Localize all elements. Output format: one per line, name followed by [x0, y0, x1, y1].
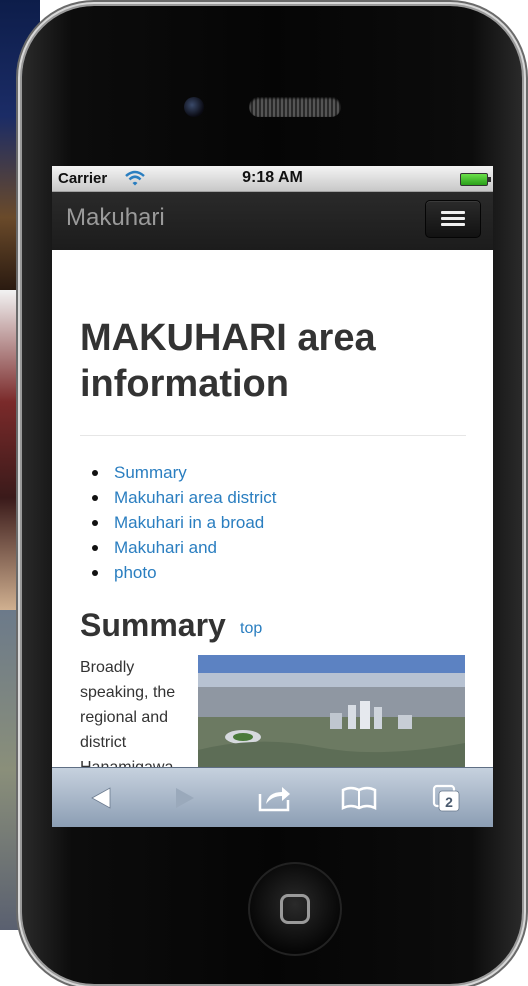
toc-item: photo	[80, 560, 277, 585]
site-brand[interactable]: Makuhari	[66, 204, 165, 232]
page-title: MAKUHARI area information	[80, 317, 376, 405]
page-content: MAKUHARI area information Summary Makuha…	[52, 250, 493, 767]
aerial-city-photo	[198, 655, 465, 767]
section-paragraph: Broadly speaking, the regional and distr…	[80, 659, 176, 767]
share-icon[interactable]	[252, 780, 296, 816]
pages-count: 2	[445, 794, 453, 810]
home-button[interactable]	[248, 862, 342, 956]
toc-link-summary[interactable]: Summary	[114, 463, 187, 482]
toc-item: Makuhari and	[80, 535, 277, 560]
table-of-contents: Summary Makuhari area district Makuhari …	[80, 460, 277, 585]
site-navbar: Makuhari	[52, 192, 493, 250]
back-to-top-link[interactable]: top	[240, 620, 262, 638]
hamburger-menu-icon	[441, 223, 465, 226]
toc-item: Summary	[80, 460, 277, 485]
battery-icon	[460, 173, 491, 186]
toc-link-broad[interactable]: Makuhari in a broad	[114, 513, 264, 532]
pages-icon[interactable]: 2	[425, 780, 469, 816]
section-title: Summary	[80, 607, 226, 643]
bookmarks-icon[interactable]	[337, 780, 381, 816]
browser-toolbar: 2	[52, 767, 493, 827]
divider	[80, 435, 466, 436]
menu-toggle-button[interactable]	[425, 200, 481, 238]
aerial-city-photo-drawing	[198, 655, 465, 767]
back-arrow-icon[interactable]	[80, 780, 124, 816]
forward-arrow-icon[interactable]	[162, 780, 206, 816]
front-camera	[184, 97, 204, 117]
earpiece-speaker	[249, 97, 341, 117]
status-bar: Carrier 9:18 AM	[52, 166, 493, 192]
phone-screen: Carrier 9:18 AM Makuhari MAKUHARI area i…	[52, 166, 493, 827]
toc-item: Makuhari area district	[80, 485, 277, 510]
hamburger-menu-icon	[441, 211, 465, 214]
home-button-square-icon	[280, 894, 310, 924]
hamburger-menu-icon	[441, 217, 465, 220]
toc-link-photo[interactable]: photo	[114, 563, 157, 582]
toc-link-area-district[interactable]: Makuhari area district	[114, 488, 277, 507]
toc-link-makuhari-and[interactable]: Makuhari and	[114, 538, 217, 557]
toc-item: Makuhari in a broad	[80, 510, 277, 535]
status-time: 9:18 AM	[242, 169, 303, 186]
